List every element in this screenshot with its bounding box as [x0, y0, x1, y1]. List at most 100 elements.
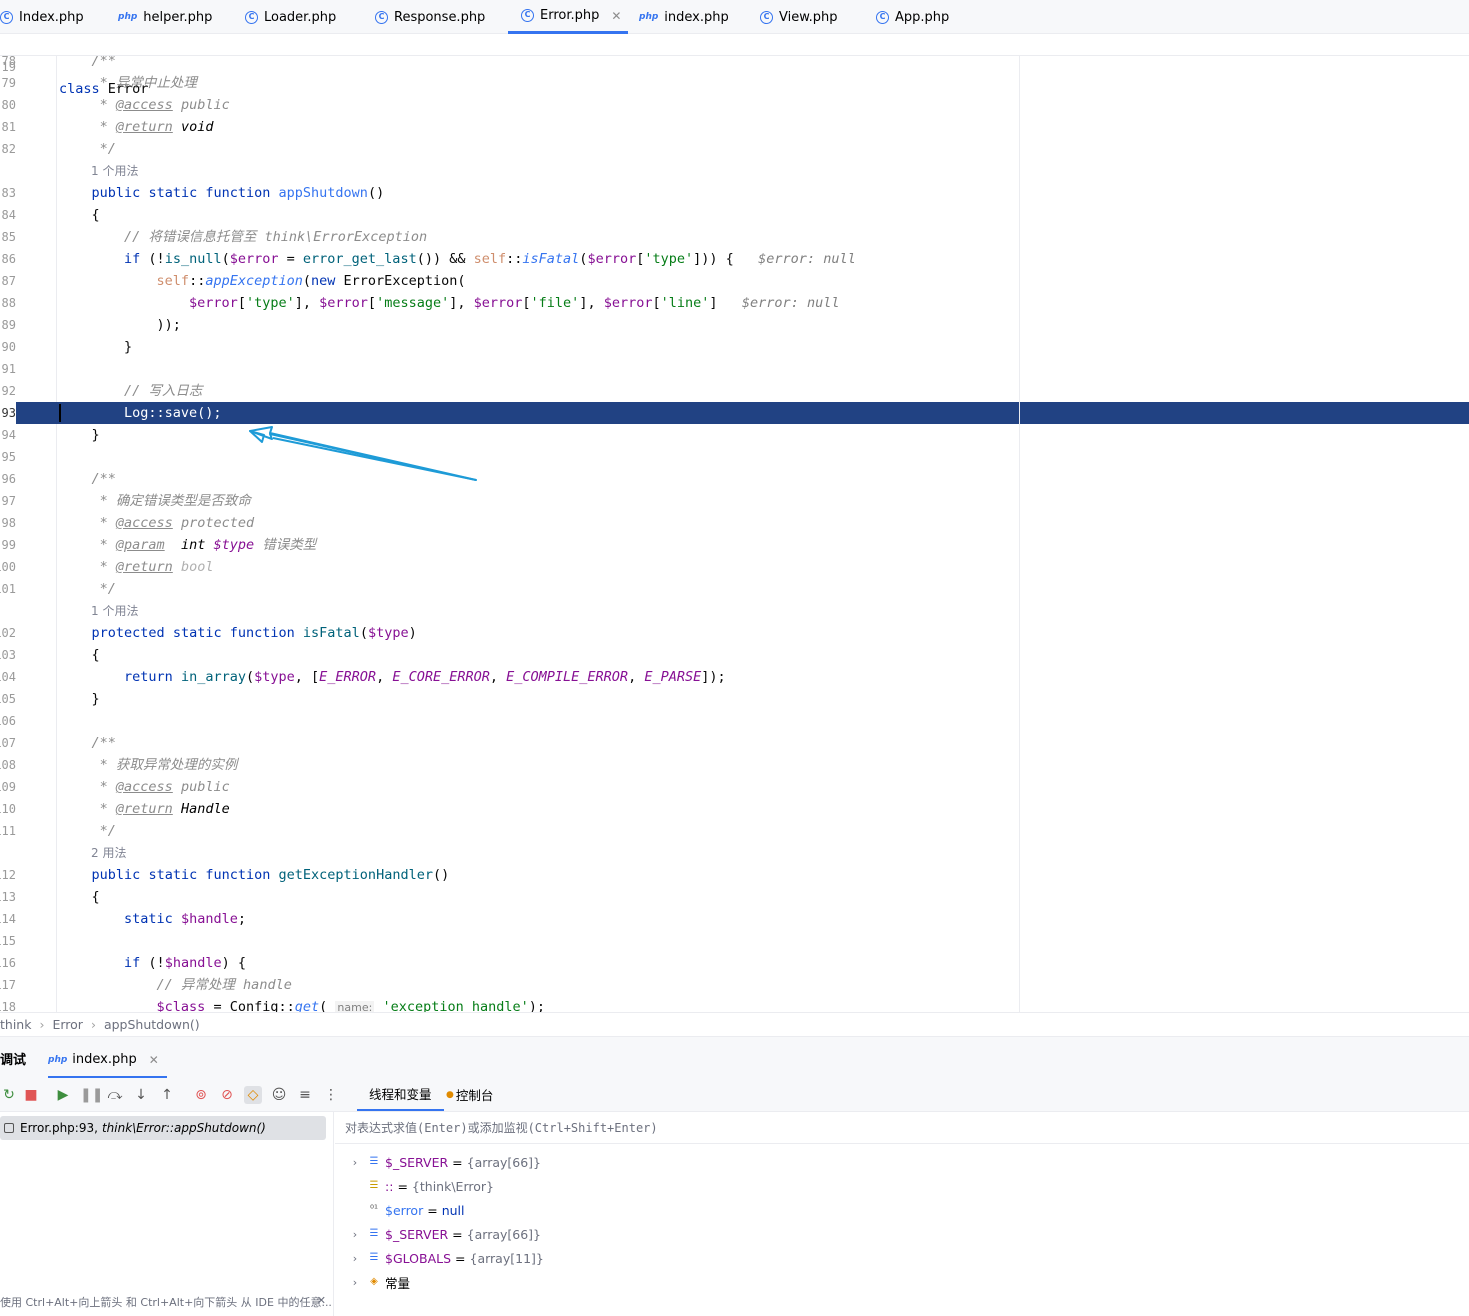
usage-hint[interactable]: 2 用法 [0, 842, 1469, 864]
chevron-right-icon[interactable]: › [347, 1228, 363, 1241]
breadcrumb: think › Error › appShutdown() [0, 1012, 1469, 1035]
code-line: 118 $class = Config::get( name: 'excepti… [0, 999, 546, 1012]
close-icon[interactable]: ✕ [611, 9, 621, 23]
code-line: 85 // 将错误信息托管至 think\ErrorException [1, 229, 428, 245]
code-line: 107 /** [0, 735, 116, 751]
code-line: 105 } [0, 691, 100, 707]
code-line: 114 static $handle; [0, 911, 246, 927]
variable-row[interactable]: › ☰ $GLOBALS = {array[11]} [335, 1246, 544, 1270]
more-options-icon[interactable]: ⋮ [322, 1086, 340, 1104]
class-icon: C [521, 9, 534, 22]
code-line: 86 if (!is_null($error = error_get_last(… [1, 251, 856, 267]
php-icon: php [118, 12, 138, 22]
breadcrumb-namespace[interactable]: think [0, 1017, 31, 1032]
step-into-icon[interactable]: ↓ [132, 1086, 150, 1104]
tab-response-php[interactable]: C Response.php [375, 0, 485, 34]
tab-console[interactable]: ● 控制台 [446, 1078, 493, 1111]
variable-row[interactable]: › ◈ 常量 [335, 1270, 410, 1294]
code-line: 94 } [1, 427, 100, 443]
frame-icon [4, 1123, 14, 1133]
code-line: 82 */ [1, 141, 116, 157]
execution-point-line[interactable]: 93 Log::save(); [0, 402, 1469, 424]
variables-pane: 对表达式求值(Enter)或添加监视(Ctrl+Shift+Enter) › ☰… [335, 1112, 1469, 1316]
code-line: 92 // 写入日志 [1, 383, 203, 399]
close-icon[interactable]: ✕ [317, 1294, 326, 1307]
code-editor[interactable]: 19 class Error 78 /** 79 * 异常中止处理 80 * @… [0, 34, 1469, 1012]
code-line: 113 { [0, 889, 100, 905]
code-line: 96 /** [1, 471, 116, 487]
debug-toolbar: ↻ ■ ▶ ❚❚ ⤼ ↓ ↑ ⊚ ⊘ ◇ ☺ ≡ ⋮ 线程和变量 ● 控制台 [0, 1078, 1469, 1112]
chevron-right-icon[interactable]: › [347, 1252, 363, 1265]
chevron-right-icon[interactable]: › [347, 1276, 363, 1289]
class-icon: C [760, 10, 773, 24]
code-line: 91 [1, 362, 16, 376]
code-line: 98 * @access protected [1, 515, 255, 531]
breadcrumb-method[interactable]: appShutdown() [104, 1017, 200, 1032]
tab-error-php[interactable]: C Error.php ✕ [508, 0, 628, 34]
code-line: 88 $error['type'], $error['message'], $e… [1, 295, 840, 311]
tab-app-php[interactable]: C App.php [876, 0, 949, 34]
code-line: 89 )); [1, 317, 181, 333]
usage-hint[interactable]: 1 个用法 [0, 600, 1469, 622]
code-line: 112 public static function getExceptionH… [0, 867, 450, 883]
step-over-icon[interactable]: ⤼ [106, 1086, 124, 1104]
class-icon: C [0, 10, 13, 24]
evaluate-expression-input[interactable]: 对表达式求值(Enter)或添加监视(Ctrl+Shift+Enter) [335, 1112, 1469, 1144]
rerun-icon[interactable]: ↻ [0, 1086, 18, 1104]
array-icon: ☰ [369, 1252, 379, 1263]
code-line: 106 [0, 714, 16, 728]
editor-tab-bar: C Index.php php helper.php C Loader.php C Re… [0, 0, 1469, 34]
variable-row[interactable]: ⁰¹ $error = null [335, 1198, 465, 1222]
php-icon: php [48, 1054, 68, 1065]
code-line: 84 { [1, 207, 100, 223]
mute-breakpoints-icon[interactable]: ⊘ [218, 1086, 236, 1104]
tab-index-php[interactable]: C Index.php [0, 0, 84, 34]
frames-pane: Error.php:93, think\Error::appShutdown()… [0, 1112, 334, 1316]
step-out-icon[interactable]: ↑ [158, 1086, 176, 1104]
console-icon: ● [446, 1089, 454, 1100]
listen-connections-icon[interactable]: ☺ [270, 1086, 288, 1104]
breadcrumb-class[interactable]: Error [52, 1017, 82, 1032]
code-line: 102 protected static function isFatal($t… [0, 625, 417, 641]
pause-icon[interactable]: ❚❚ [80, 1086, 103, 1104]
navigation-tip: 使用 Ctrl+Alt+向上箭头 和 Ctrl+Alt+向下箭头 从 IDE 中… [0, 1294, 332, 1309]
code-line: 103 { [0, 647, 100, 663]
stop-icon[interactable]: ■ [22, 1086, 40, 1104]
class-icon: C [876, 10, 889, 24]
close-icon[interactable]: ✕ [149, 1053, 159, 1067]
code-line: 80 * @access public [1, 97, 230, 113]
code-line: 115 [0, 934, 16, 948]
variable-row[interactable]: ☰ :: = {think\Error} [335, 1174, 494, 1198]
chevron-right-icon: › [39, 1016, 45, 1032]
usage-hint[interactable]: 1 个用法 [0, 160, 1469, 182]
break-at-first-line-icon[interactable]: ◇ [244, 1086, 262, 1104]
chevron-right-icon: › [90, 1016, 96, 1032]
code-line: 109 * @access public [0, 779, 230, 795]
tab-threads-variables[interactable]: 线程和变量 [357, 1078, 444, 1111]
debug-tool-window-header: 调试 php index.php ✕ [0, 1036, 1469, 1079]
code-line: 99 * @param int $type 错误类型 [1, 537, 317, 553]
code-line: 116 if (!$handle) { [0, 955, 246, 971]
variable-row[interactable]: › ☰ $_SERVER = {array[66]} [335, 1222, 541, 1246]
tab-index-php-2[interactable]: php index.php [639, 0, 729, 34]
code-line: 101 */ [0, 581, 116, 597]
static-icon: ☰ [369, 1180, 379, 1191]
code-line: 97 * 确定错误类型是否致命 [1, 493, 251, 509]
resume-icon[interactable]: ▶ [54, 1086, 72, 1104]
code-line: 104 return in_array($type, [E_ERROR, E_C… [0, 669, 726, 685]
add-watch-icon[interactable]: ≡ [296, 1086, 314, 1104]
tab-view-php[interactable]: C View.php [760, 0, 838, 34]
code-line: 110 * @return Handle [0, 801, 230, 817]
tab-helper-php[interactable]: php helper.php [118, 0, 212, 34]
stack-frame[interactable]: Error.php:93, think\Error::appShutdown() [0, 1116, 326, 1140]
code-line: 87 self::appException(new ErrorException… [1, 273, 466, 289]
tab-loader-php[interactable]: C Loader.php [245, 0, 336, 34]
debug-session-tab[interactable]: php index.php ✕ [48, 1043, 167, 1079]
chevron-right-icon[interactable]: › [347, 1156, 363, 1169]
code-line: 111 */ [0, 823, 116, 839]
array-icon: ☰ [369, 1228, 379, 1239]
class-icon: C [245, 10, 258, 24]
sticky-class-header: 19 class Error [0, 34, 1469, 97]
view-breakpoints-icon[interactable]: ⊚ [192, 1086, 210, 1104]
variable-row[interactable]: › ☰ $_SERVER = {array[66]} [335, 1150, 541, 1174]
